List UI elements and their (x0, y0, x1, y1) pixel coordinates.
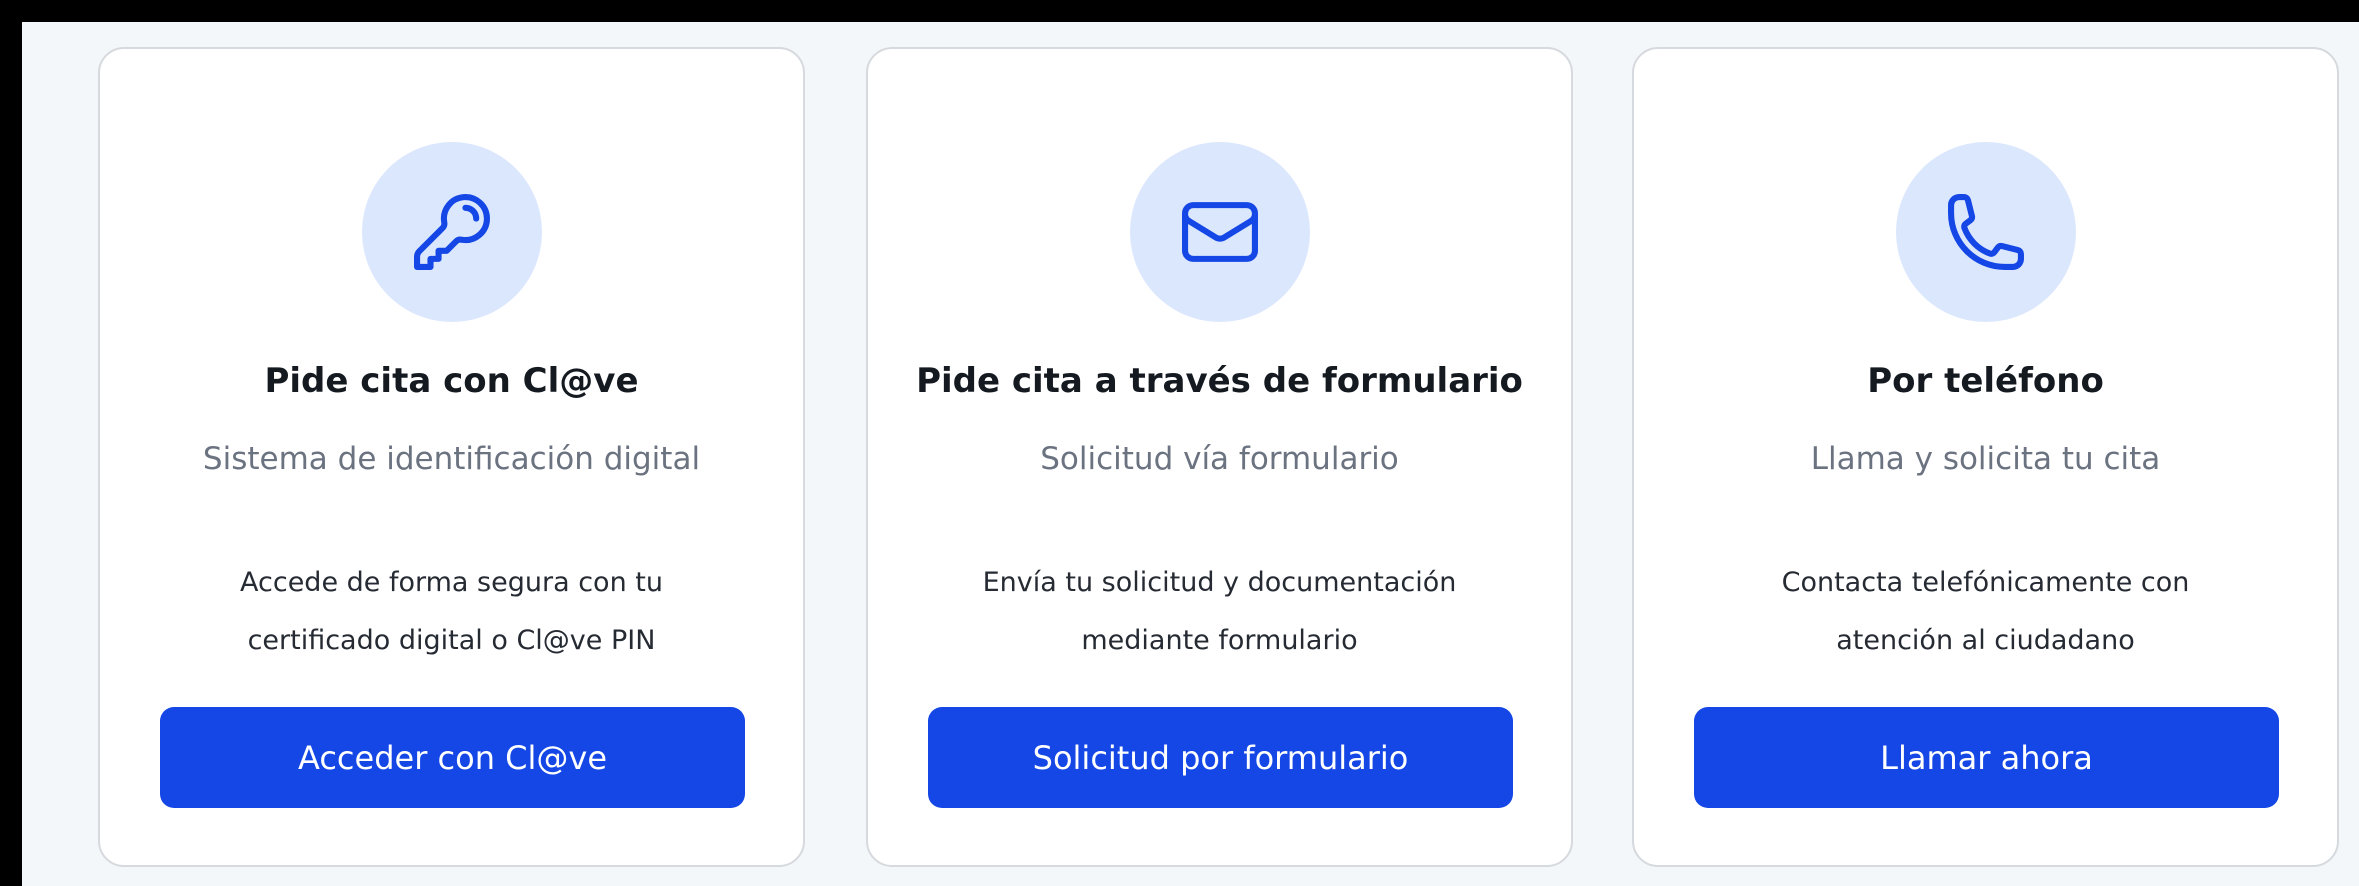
phone-icon (1948, 194, 2024, 270)
card-subtitle: Sistema de identificación digital (202, 441, 701, 477)
card-description: Envía tu solicitud y documentación media… (908, 554, 1531, 670)
key-icon-badge (362, 142, 542, 322)
card-description-line: Accede de forma segura con tu (240, 567, 663, 598)
card-subtitle: Llama y solicita tu cita (1810, 441, 2161, 477)
card-description-line: certificado digital o Cl@ve PIN (247, 625, 656, 656)
card-description-line: atención al ciudadano (1836, 625, 2135, 656)
card-description-line: mediante formulario (1081, 625, 1358, 656)
card-title: Pide cita con Cl@ve (264, 361, 639, 401)
card-description-line: Envía tu solicitud y documentación (982, 567, 1457, 598)
card-description: Accede de forma segura con tu certificad… (140, 554, 763, 670)
card-phone: Por teléfono Llama y solicita tu cita Co… (1632, 47, 2339, 867)
card-description: Contacta telefónicamente con atención al… (1674, 554, 2297, 670)
screenshot-frame: Pide cita con Cl@ve Sistema de identific… (0, 0, 2359, 886)
form-request-button[interactable]: Solicitud por formulario (928, 707, 1513, 808)
card-description-line: Contacta telefónicamente con (1781, 567, 2190, 598)
card-subtitle: Solicitud vía formulario (1040, 441, 1399, 477)
phone-icon-badge (1896, 142, 2076, 322)
card-title: Por teléfono (1867, 361, 2104, 401)
key-icon (414, 194, 490, 270)
access-clave-button[interactable]: Acceder con Cl@ve (160, 707, 745, 808)
card-form: Pide cita a través de formulario Solicit… (866, 47, 1573, 867)
call-now-button[interactable]: Llamar ahora (1694, 707, 2279, 808)
card-title: Pide cita a través de formulario (916, 361, 1523, 401)
card-clave: Pide cita con Cl@ve Sistema de identific… (98, 47, 805, 867)
mail-icon-badge (1130, 142, 1310, 322)
mail-icon (1182, 202, 1258, 262)
